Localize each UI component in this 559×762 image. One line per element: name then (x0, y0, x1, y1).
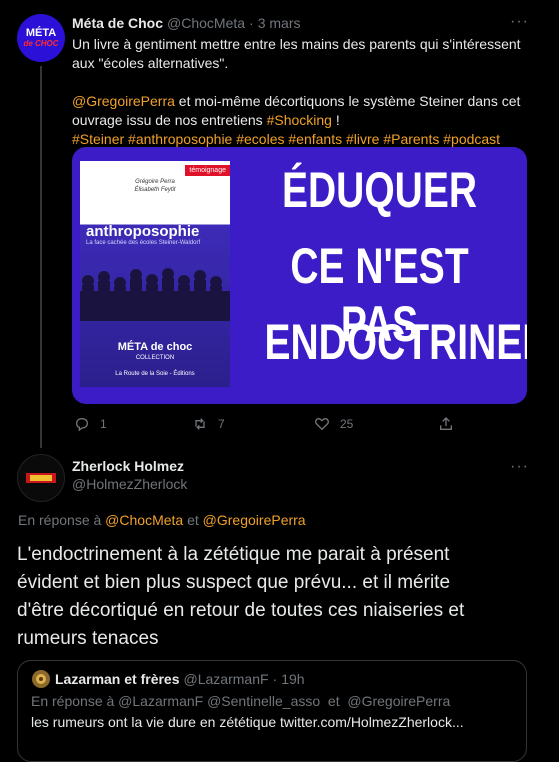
quoted-header: Lazarman et frères @LazarmanF · 19h (55, 671, 305, 687)
more-options-icon[interactable]: ··· (510, 458, 529, 476)
tweet1-header: Méta de Choc @ChocMeta · 3 mars (72, 15, 301, 31)
banner-line: ENDOCTRINER (264, 314, 527, 370)
more-options-icon[interactable]: ··· (510, 13, 529, 31)
avatar-logo-icon (26, 473, 56, 483)
tweet-line: Un livre à gentiment mettre entre les ma… (72, 36, 521, 52)
author-name[interactable]: Zherlock Holmez (72, 458, 187, 474)
book-authors: Grégoire Perra Élisabeth Feytit (80, 178, 230, 194)
book-publisher: La Route de la Soie - Éditions (115, 371, 195, 377)
tweet-text-segment: et moi-même décortiquons le système Stei… (174, 93, 521, 109)
mention-link[interactable]: @ChocMeta (105, 512, 183, 528)
avatar-logo-subtext: de CHOC (23, 39, 59, 48)
avatar[interactable] (17, 454, 65, 502)
reply-icon (75, 417, 89, 432)
tweet-line: d'être décortiqué en retour de toutes ce… (17, 600, 465, 621)
book-title: Une vie en anthroposophie La face cachée… (86, 207, 200, 246)
banner-text: ÉDUQUER CE N'EST PAS ENDOCTRINER (232, 147, 527, 404)
tweet-line: L'endoctrinement à la zététique me parai… (17, 544, 450, 565)
tweet-line: aux "écoles alternatives". (72, 55, 229, 71)
share-icon (440, 417, 452, 430)
tweet2-body: L'endoctrinement à la zététique me parai… (17, 541, 547, 653)
quoted-avatar[interactable] (32, 670, 50, 688)
reply-button[interactable]: 1 (74, 416, 107, 432)
tweet-text-segment: ! (331, 112, 340, 128)
timestamp[interactable]: 3 mars (258, 15, 301, 31)
quoted-author-name: Lazarman et frères (55, 671, 180, 687)
reply-and: et (183, 512, 203, 528)
book-cover: témoignage Grégoire Perra Élisabeth Feyt… (80, 161, 230, 387)
share-button[interactable] (438, 416, 454, 432)
reply-context: En réponse à @ChocMeta et @GregoirePerra (18, 512, 306, 528)
book-author: Grégoire Perra (135, 179, 175, 185)
tweet2-header: Zherlock Holmez @HolmezZherlock (72, 458, 187, 492)
book-tag: témoignage (185, 165, 230, 176)
book-title-line: anthroposophie (86, 223, 200, 240)
quoted-author-handle: @LazarmanF (183, 671, 269, 687)
quoted-timestamp: 19h (281, 671, 305, 687)
tweet-line: rumeurs tenaces (17, 628, 159, 649)
separator-dot: · (249, 15, 254, 31)
crowd-silhouette (80, 268, 230, 321)
mention-link[interactable]: @GregoirePerra (72, 93, 175, 109)
mention-link[interactable]: @GregoirePerra (203, 512, 306, 528)
tweet-line: évident et bien plus suspect que prévu..… (17, 572, 451, 593)
heart-icon (315, 417, 329, 431)
retweet-button[interactable]: 7 (192, 416, 225, 432)
tweet1-text: Un livre à gentiment mettre entre les ma… (72, 35, 542, 149)
like-count: 25 (340, 417, 354, 431)
author-name[interactable]: Méta de Choc (72, 15, 163, 31)
author-handle[interactable]: @ChocMeta (167, 15, 245, 31)
retweet-icon (195, 418, 205, 430)
retweet-count: 7 (218, 417, 225, 431)
tweet-media-image[interactable]: témoignage Grégoire Perra Élisabeth Feyt… (72, 147, 527, 404)
book-collection: COLLECTION (135, 355, 175, 361)
book-author: Élisabeth Feytit (134, 187, 176, 193)
quoted-reply-context: En réponse à @LazarmanF @Sentinelle_asso… (31, 693, 451, 709)
book-subtitle: La face cachée des écoles Steiner-Waldor… (86, 240, 201, 246)
quoted-avatar-icon (36, 674, 46, 684)
reply-prefix: En réponse à (18, 512, 106, 528)
banner-line: ÉDUQUER (281, 162, 478, 218)
reply-count: 1 (100, 417, 107, 431)
like-button[interactable]: 25 (314, 416, 353, 432)
separator-dot: · (272, 671, 278, 687)
hashtag-link[interactable]: #Shocking (267, 112, 332, 128)
author-handle[interactable]: @HolmezZherlock (72, 476, 187, 492)
tweet-text-segment: ouvrage issu de nos entretiens (72, 112, 267, 128)
quoted-tweet-text: les rumeurs ont la vie dure en zététique… (31, 714, 464, 730)
thread-line (40, 66, 42, 448)
book-logo: MÉTA de choc (117, 341, 193, 353)
avatar-logo-text: MÉTA (25, 27, 57, 39)
book-title-line: Une vie en (86, 207, 153, 223)
avatar[interactable]: MÉTA de CHOC (17, 14, 65, 62)
